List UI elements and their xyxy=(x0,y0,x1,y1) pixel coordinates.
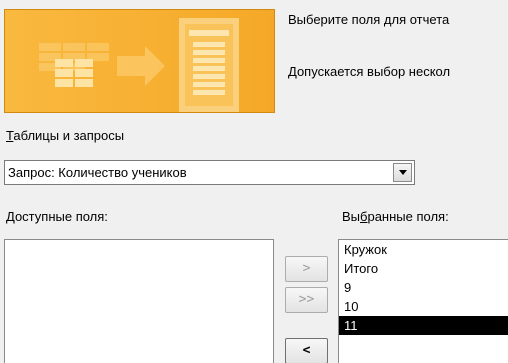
wizard-description-line-1: Выберите поля для отчета xyxy=(288,12,450,27)
list-item[interactable]: 11 xyxy=(339,316,508,335)
tables-queries-label-text: аблицы и запросы xyxy=(13,128,125,143)
selected-fields-label-text: ранные поля: xyxy=(367,209,449,224)
available-fields-list[interactable] xyxy=(4,239,274,363)
selected-fields-label-prefix: Вы xyxy=(342,209,361,224)
chevron-down-icon xyxy=(399,170,407,175)
add-field-button[interactable]: > xyxy=(285,256,328,282)
add-all-fields-button[interactable]: >> xyxy=(285,287,328,313)
selected-fields-list[interactable]: Кружок Итого 9 10 11 xyxy=(338,239,508,363)
query-select-value: Запрос: Количество учеников xyxy=(8,165,187,180)
report-wizard-illustration-icon xyxy=(5,10,274,112)
remove-field-button[interactable]: < xyxy=(285,338,328,363)
available-fields-label: Доступные поля: xyxy=(6,209,108,224)
wizard-description-line-2: Допускается выбор нескол xyxy=(288,64,451,79)
available-fields-label-hotkey: Д xyxy=(6,209,15,224)
list-item[interactable]: Итого xyxy=(339,259,508,278)
report-wizard-step: Выберите поля для отчета Допускается выб… xyxy=(0,0,508,363)
query-select[interactable]: Запрос: Количество учеников xyxy=(4,160,415,185)
list-item[interactable]: 10 xyxy=(339,297,508,316)
wizard-illustration xyxy=(4,9,275,113)
list-item[interactable]: Кружок xyxy=(339,240,508,259)
query-select-dropdown-button[interactable] xyxy=(393,163,412,182)
list-item[interactable]: 9 xyxy=(339,278,508,297)
available-fields-label-text: оступные поля: xyxy=(14,209,108,224)
selected-fields-label: Выбранные поля: xyxy=(342,209,449,224)
tables-queries-label: Таблицы и запросы xyxy=(6,128,124,143)
